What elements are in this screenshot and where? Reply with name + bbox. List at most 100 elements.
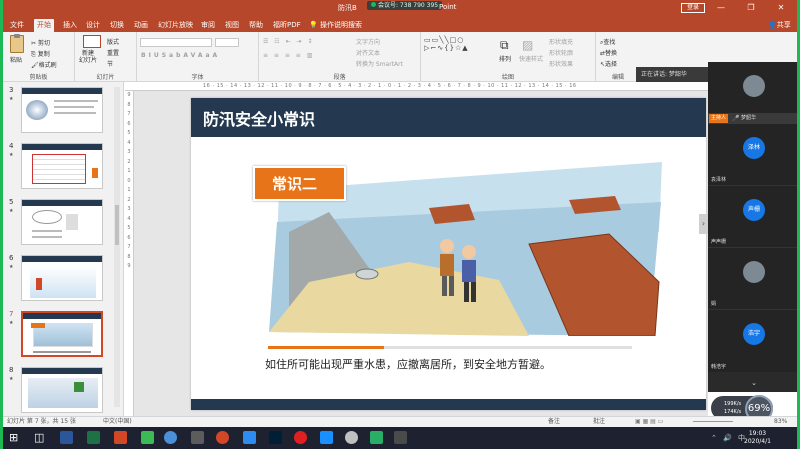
tab-animations[interactable]: 动画 xyxy=(131,19,151,32)
replace-button[interactable]: ⇄替换 xyxy=(600,48,617,57)
participant-tile-host[interactable]: 主持人 🎤 梦韶华 xyxy=(708,62,797,124)
tab-review[interactable]: 审阅 xyxy=(198,19,218,32)
tell-me-search[interactable]: 💡 操作说明搜索 xyxy=(309,19,362,32)
participant-tile[interactable]: 娟 xyxy=(708,248,797,310)
thumb-text-line xyxy=(33,351,91,353)
restore-icon[interactable]: ❐ xyxy=(744,2,758,14)
spacing-button[interactable]: AV xyxy=(183,52,197,59)
slide-thumbnail-8[interactable] xyxy=(21,367,103,413)
format-painter-button[interactable]: 🖌格式刷 xyxy=(31,60,57,69)
photoshop-app-icon[interactable] xyxy=(269,431,282,444)
current-slide[interactable]: 防汛安全小常识 常识二 如住所可能出现严重水患，应撤离居所，到安全地方暂避。 xyxy=(191,98,706,410)
shape-outline-button[interactable]: 形状轮廓 xyxy=(549,48,573,57)
tray-icons[interactable]: ⌃ 🔊 中 xyxy=(711,433,747,443)
powerpoint-app-icon[interactable] xyxy=(114,431,127,444)
minimize-icon[interactable]: — xyxy=(714,2,728,14)
list-buttons-icon[interactable]: ☰ ☷ ⇤ ⇥ ↕ xyxy=(263,38,314,45)
explorer-app-icon[interactable] xyxy=(191,431,204,444)
shape-fill-button[interactable]: 形状填充 xyxy=(549,37,573,46)
windows-start-icon[interactable]: ⊞ xyxy=(9,431,18,444)
tab-file[interactable]: 文件 xyxy=(7,19,27,32)
font-style-buttons[interactable]: BIUSabAVAaA xyxy=(141,52,220,59)
browser-app-icon[interactable] xyxy=(164,431,177,444)
section-button[interactable]: 节 xyxy=(107,59,113,68)
arrange-label[interactable]: 排列 xyxy=(499,54,511,63)
slide-thumbnail-3[interactable] xyxy=(21,87,103,133)
smartart-button[interactable]: 转换为 SmartArt xyxy=(356,59,403,68)
wechat-app-icon[interactable] xyxy=(370,431,383,444)
collapse-panel-icon[interactable]: ⌄ xyxy=(708,376,797,390)
bold-button[interactable]: B xyxy=(141,52,149,59)
slide-thumbnail-6[interactable] xyxy=(21,255,103,301)
copy-button[interactable]: ⎘ 复制 xyxy=(31,49,50,59)
shadow-button[interactable]: ab xyxy=(169,52,183,59)
taskbar-clock[interactable]: 19:03 2020/4/1 xyxy=(744,430,771,446)
tab-home[interactable]: 开始 xyxy=(34,19,54,32)
view-buttons-icon[interactable]: ▣ ▦ ▤ ▭ xyxy=(635,417,663,427)
tab-foxit-pdf[interactable]: 福昕PDF xyxy=(270,19,304,32)
tab-help[interactable]: 帮助 xyxy=(246,19,266,32)
tab-slideshow[interactable]: 幻灯片放映 xyxy=(155,19,196,32)
close-icon[interactable]: ✕ xyxy=(774,2,788,14)
slide-counter: 幻灯片 第 7 张，共 15 张 xyxy=(7,418,76,425)
font-size-select[interactable] xyxy=(215,38,239,47)
tab-design[interactable]: 设计 xyxy=(83,19,103,32)
language-indicator[interactable]: 中文(中国) xyxy=(103,417,132,427)
thumbnail-scrollbar[interactable] xyxy=(114,87,120,407)
tab-transitions[interactable]: 切换 xyxy=(107,19,127,32)
layout-button[interactable]: 版式 xyxy=(107,37,119,46)
new-slide-icon[interactable] xyxy=(83,35,101,48)
participant-tile[interactable]: 泽林 袁泽林 xyxy=(708,124,797,186)
participant-tile[interactable]: 声栅 声声栅 xyxy=(708,186,797,248)
slide-thumbnail-7[interactable] xyxy=(21,311,103,357)
excel-app-icon[interactable] xyxy=(87,431,100,444)
zoom-slider[interactable] xyxy=(693,421,733,422)
paste-icon[interactable] xyxy=(10,34,24,53)
scrollbar-thumb[interactable] xyxy=(115,205,119,245)
paste-label[interactable]: 粘贴 xyxy=(10,55,22,64)
app-window: 防汛B 会议号: 738 790 395 Point 登录 — ❐ ✕ 文件 开… xyxy=(0,0,800,449)
new-slide-label[interactable]: 新建 幻灯片 xyxy=(79,50,97,64)
underline-button[interactable]: U xyxy=(154,52,162,59)
cut-button[interactable]: ✂ 剪切 xyxy=(31,38,50,47)
comments-button[interactable]: 批注 xyxy=(593,417,605,427)
media-app-icon[interactable] xyxy=(345,431,358,444)
change-case-button[interactable]: Aa xyxy=(198,52,213,59)
task-view-icon[interactable]: ◫ xyxy=(34,431,44,444)
align-buttons-icon[interactable]: ≡ ≡ ≡ ≡ ▥ xyxy=(263,52,314,59)
next-slide-arrow-icon[interactable]: › xyxy=(699,214,708,234)
word-app-icon[interactable] xyxy=(60,431,73,444)
slide-thumbnail-4[interactable] xyxy=(21,143,103,189)
player-app-icon[interactable] xyxy=(243,431,256,444)
quick-styles-label[interactable]: 快速样式 xyxy=(519,54,543,63)
slide-thumbnail-5[interactable] xyxy=(21,199,103,245)
weibo-app-icon[interactable] xyxy=(294,431,307,444)
strike-button[interactable]: S xyxy=(162,52,169,59)
zoom-level[interactable]: 83% xyxy=(774,417,787,427)
align-text-button[interactable]: 对齐文本 xyxy=(356,48,380,57)
font-color-button[interactable]: A xyxy=(213,52,221,59)
signin-button[interactable]: 登录 xyxy=(681,3,705,13)
select-button[interactable]: ↖选择 xyxy=(600,59,617,68)
find-button[interactable]: ⌕查找 xyxy=(600,37,615,47)
tab-insert[interactable]: 插入 xyxy=(60,19,80,32)
quick-styles-icon[interactable]: ▨ xyxy=(522,38,533,52)
notes-button[interactable]: 备注 xyxy=(548,417,560,427)
video-app-icon[interactable] xyxy=(216,431,229,444)
app-icon[interactable] xyxy=(394,431,407,444)
share-button[interactable]: 👤共享 xyxy=(768,19,791,32)
font-family-select[interactable] xyxy=(140,38,212,47)
thumb-star-icon: ★ xyxy=(9,264,14,270)
reset-button[interactable]: 重置 xyxy=(107,48,119,57)
thumb-number: 6 xyxy=(9,254,14,262)
chat-app-icon[interactable] xyxy=(141,431,154,444)
participant-tile[interactable]: 浩宇 韩浩宇 xyxy=(708,310,797,372)
tab-view[interactable]: 视图 xyxy=(222,19,242,32)
text-direction-button[interactable]: 文字方向 xyxy=(356,37,380,46)
thumb-figure xyxy=(66,214,78,230)
shape-effects-button[interactable]: 形状效果 xyxy=(549,59,573,68)
arrange-icon[interactable]: ⧉ xyxy=(500,38,509,53)
meeting-app-icon[interactable] xyxy=(320,431,333,444)
shapes-gallery-icon[interactable]: ▭▭╲╲□○ ▷⌐∿{}☆▲ xyxy=(424,36,484,60)
meeting-id-badge[interactable]: 会议号: 738 790 395 xyxy=(367,1,443,10)
